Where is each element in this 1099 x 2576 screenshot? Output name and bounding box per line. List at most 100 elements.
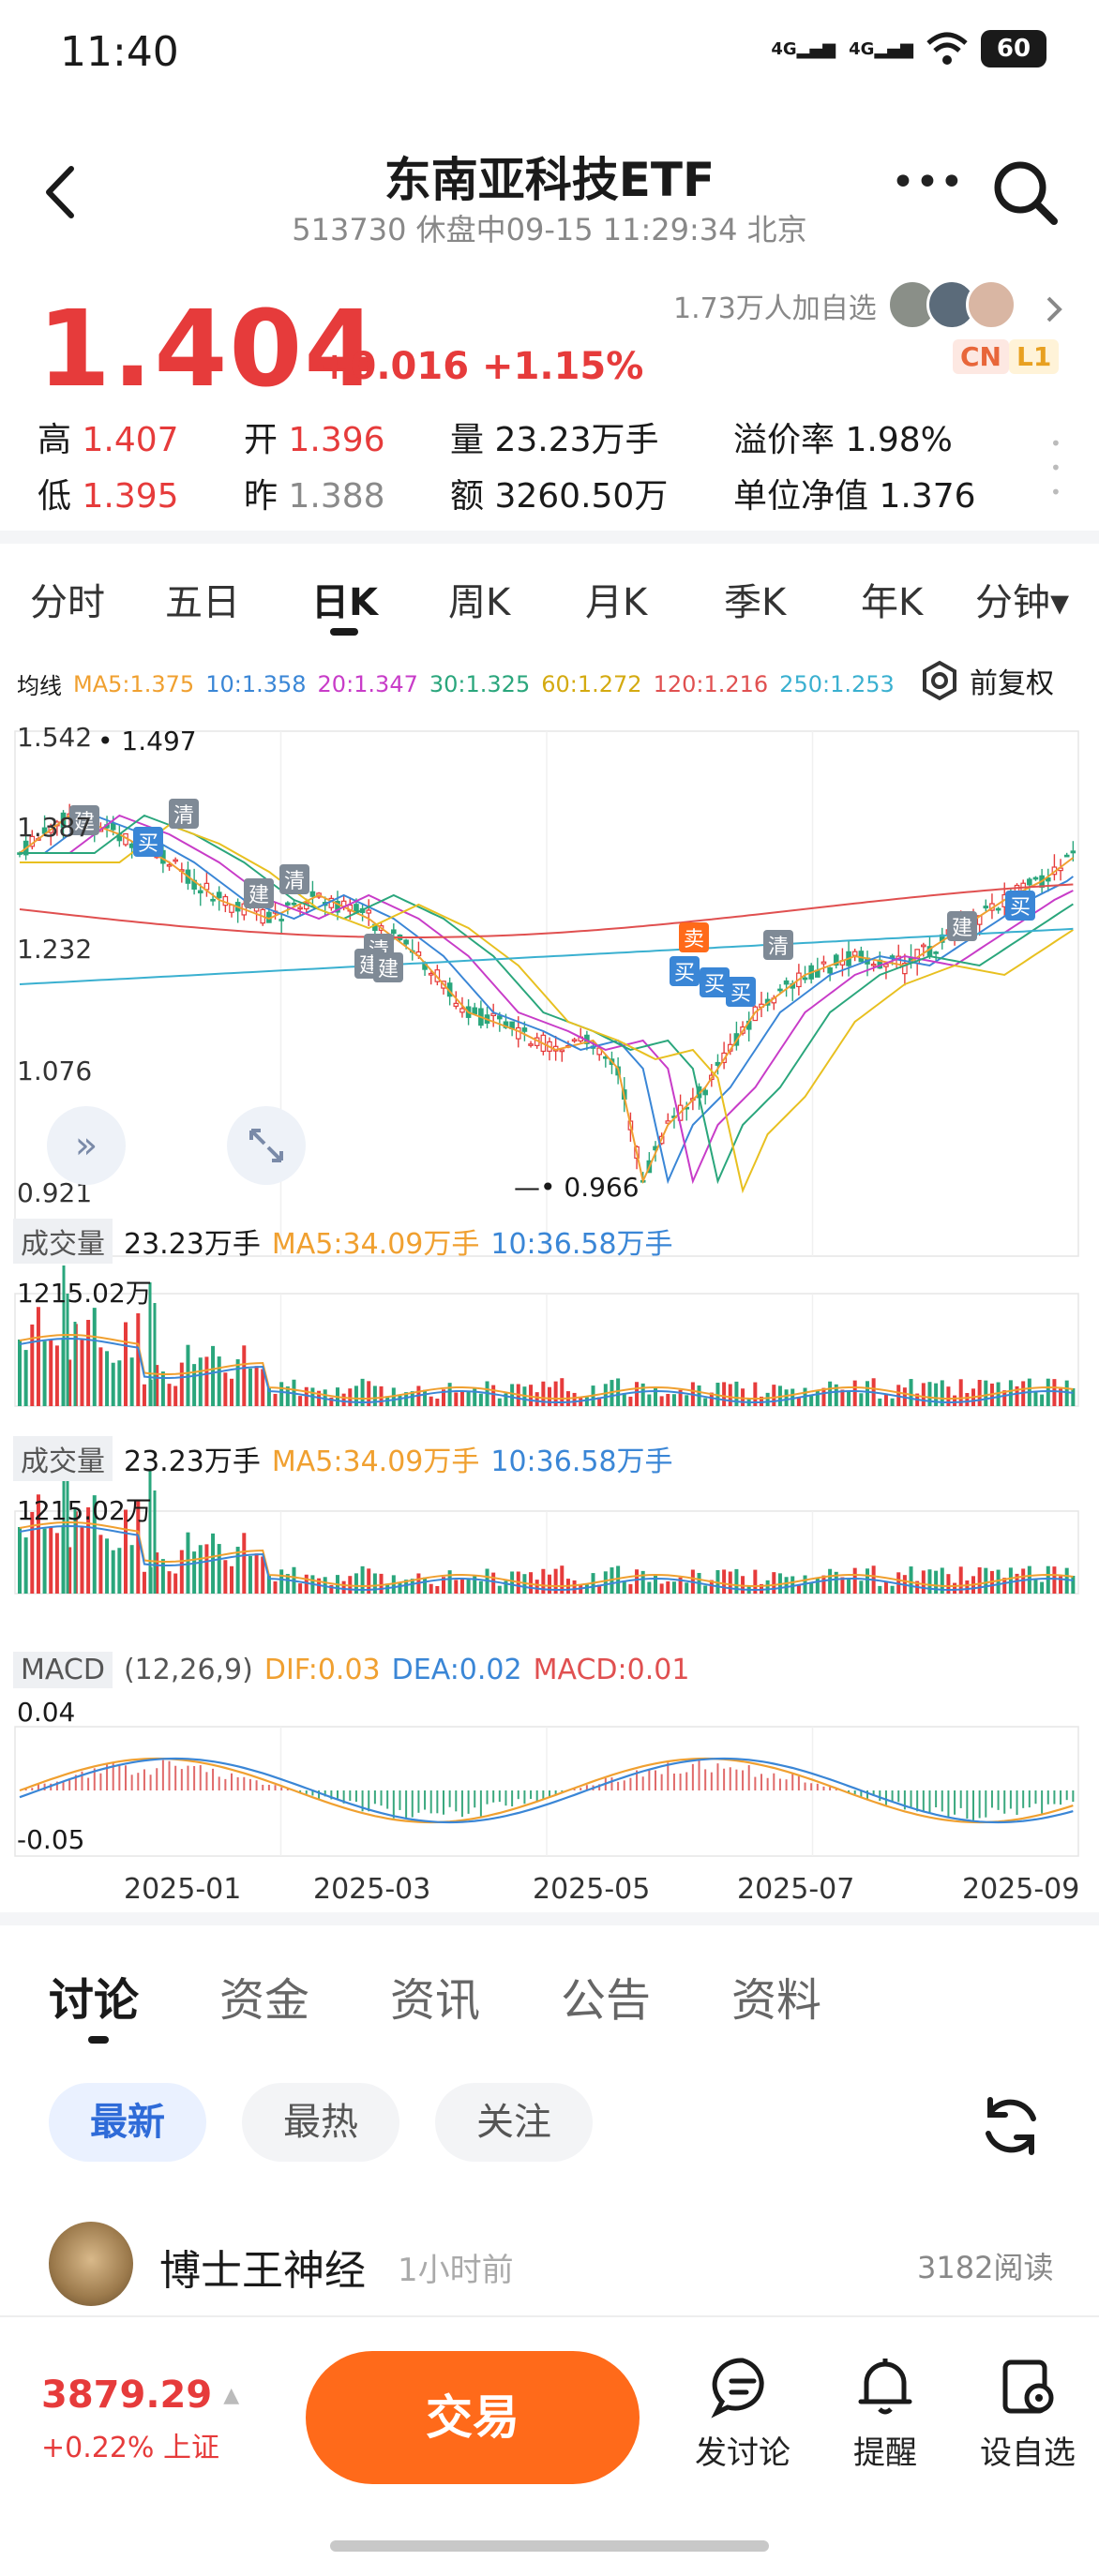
volume-bar-2 [628,1583,633,1594]
volume-bar [890,1398,895,1406]
ma120-value: 120:1.216 [653,670,769,697]
index-widget[interactable]: 3879.29 ▲ +0.22% 上证 [41,2374,239,2465]
add-watchlist-button[interactable]: 设自选 [971,2355,1084,2473]
volume-bar [454,1392,459,1406]
volume-bar-2 [497,1585,502,1594]
volume-bar-2 [54,1533,59,1594]
tab-news[interactable]: 资讯 [390,1963,480,2029]
trade-mark-label: 建 [952,917,972,940]
expand-stats-icon[interactable]: • • • [1050,431,1061,504]
volume-label-2[interactable]: 成交量 [13,1436,113,1481]
candlestick-chart[interactable]: 建清买建清清建建卖买买买清建买 [0,712,1099,1894]
volume-bar-2 [398,1582,402,1594]
volume-bar-2 [703,1585,708,1594]
post-item[interactable]: 博士王神经 1小时前 3182阅读 [0,2222,1099,2315]
stat-open: 开 1.396 [244,412,450,461]
date-label: 2025-09 [962,1873,1080,1906]
tab-intraday[interactable]: 分时 [30,572,105,626]
trade-mark-label: 买 [730,982,751,1006]
volume-bar [703,1398,708,1406]
candle-body [403,939,409,945]
volume-bar-2 [173,1573,178,1594]
max-price-mark: • 1.497 [98,726,197,756]
expand-icon [249,1129,283,1162]
post-author[interactable]: 博士王神经 [159,2237,366,2297]
volume-bar [204,1356,209,1406]
network-type-2: 4G [849,38,875,59]
tab-yearly-k[interactable]: 年K [861,572,923,626]
volume-bar [977,1379,982,1406]
macd-axis-top: 0.04 [17,1697,76,1728]
status-bar: 11:40 4G▂▄▆ 4G▂▄▆ 60 [0,0,1099,112]
tab-quarterly-k[interactable]: 季K [724,572,786,626]
volume-bar [217,1356,221,1406]
volume-bar [435,1398,440,1406]
volume-bar [423,1389,428,1406]
index-value: 3879.29 [41,2374,213,2417]
volume-bar [1071,1388,1076,1406]
volume-bar-2 [666,1580,670,1594]
volume-bar-2 [977,1566,982,1594]
chevron-right-icon[interactable] [1043,292,1065,326]
stat-value: 1.376 [879,477,976,516]
volume-bar-2 [435,1585,440,1594]
volume-bar [398,1395,402,1406]
volume-bar-2 [230,1565,233,1594]
volume-bar [628,1396,633,1406]
post-discussion-button[interactable]: 发讨论 [686,2355,799,2473]
trade-mark-label: 清 [284,870,305,893]
volume-bar [828,1381,833,1406]
adjust-toggle[interactable]: 前复权 [919,660,1054,701]
search-icon[interactable] [988,156,1063,231]
volume-ma5-2: MA5:34.09万手 [271,1445,480,1478]
volume-label[interactable]: 成交量 [13,1219,113,1264]
volume-bar [429,1396,433,1406]
filter-latest[interactable]: 最新 [49,2083,206,2162]
filter-following[interactable]: 关注 [435,2083,593,2162]
filter-hot[interactable]: 最热 [242,2083,399,2162]
volume-ma5: MA5:34.09万手 [271,1228,480,1261]
kline-chart-area[interactable]: 均线 MA5:1.375 10:1.358 20:1.347 30:1.325 … [0,656,1099,1912]
fast-forward-button[interactable]: » [47,1106,126,1185]
follower-avatars[interactable] [887,279,1016,330]
volume-current: 23.23万手 [124,1228,261,1261]
avatar[interactable] [49,2222,133,2306]
alert-label: 提醒 [853,2434,917,2472]
alert-button[interactable]: 提醒 [829,2355,941,2473]
active-tab-indicator [330,628,358,636]
candle-body [428,972,434,976]
volume-bar [173,1385,178,1406]
tab-minute-dropdown[interactable]: 分钟▾ [975,572,1069,626]
volume-bar-2 [186,1532,190,1594]
refresh-icon[interactable] [975,2090,1046,2162]
ma5-value: MA5:1.375 [73,670,195,697]
tab-monthly-k[interactable]: 月K [585,572,647,626]
tab-funds[interactable]: 资金 [219,1963,309,2029]
ma250-value: 250:1.253 [779,670,895,697]
date-label: 2025-01 [124,1873,242,1906]
fullscreen-button[interactable] [227,1106,306,1185]
macd-axis-bottom: -0.05 [17,1824,85,1855]
volume-bar [603,1384,608,1406]
volume-bar [622,1393,626,1406]
volume-bar-2 [473,1575,477,1594]
tab-announcements[interactable]: 公告 [561,1963,651,2029]
battery-icon: 60 [981,30,1046,67]
market-badge-cn: CN [953,339,1009,374]
stat-label: 开 [244,421,279,459]
candle-body [515,1026,521,1040]
followers-count[interactable]: 1.73万人加自选 [673,285,877,326]
trade-mark-label: 卖 [684,928,704,951]
tab-daily-k[interactable]: 日K [311,572,378,626]
trade-button[interactable]: 交易 [306,2351,640,2484]
stat-label: 额 [450,477,485,516]
tab-five-day[interactable]: 五日 [165,572,240,626]
volume-bar [279,1382,284,1406]
tab-discussion[interactable]: 讨论 [49,1963,139,2029]
macd-value: MACD:0.01 [533,1654,690,1686]
tab-weekly-k[interactable]: 周K [448,572,510,626]
more-options-icon[interactable]: ••• [891,162,964,216]
tab-profile[interactable]: 资料 [731,1963,821,2029]
macd-label[interactable]: MACD [13,1652,113,1688]
volume-bar [223,1372,228,1406]
